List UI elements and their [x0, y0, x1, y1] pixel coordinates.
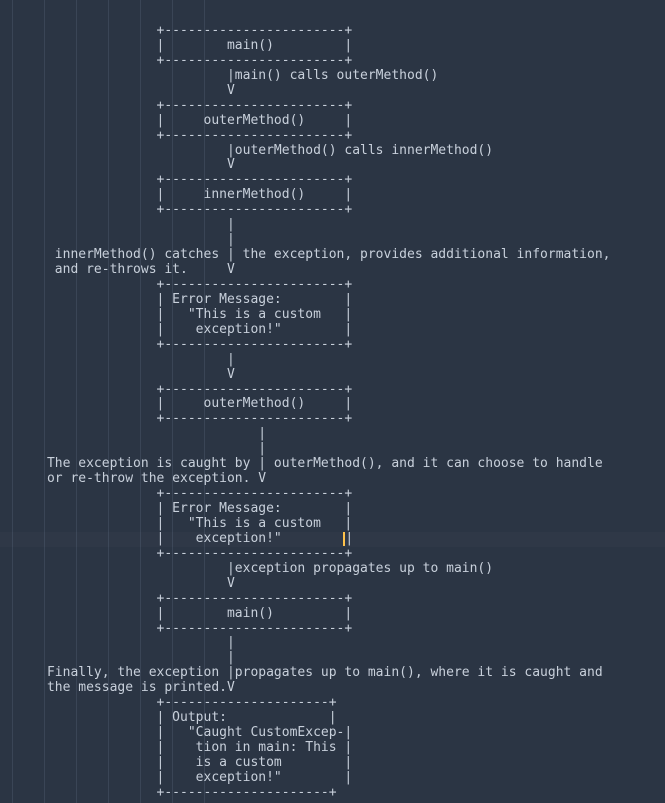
code-line[interactable]: V — [0, 84, 665, 99]
code-line[interactable]: | exception!" | — [0, 771, 665, 786]
code-line[interactable]: | Error Message: | — [0, 293, 665, 308]
code-line[interactable]: V — [0, 577, 665, 592]
code-line[interactable]: | outerMethod() | — [0, 397, 665, 412]
code-line[interactable]: +-----------------------+ — [0, 99, 665, 114]
code-line[interactable]: | — [0, 651, 665, 666]
code-line[interactable]: | main() | — [0, 607, 665, 622]
code-line[interactable]: | main() | — [0, 39, 665, 54]
code-line[interactable]: |main() calls outerMethod() — [0, 69, 665, 84]
code-line[interactable]: +-----------------------+ — [0, 203, 665, 218]
code-line[interactable]: | "This is a custom | — [0, 517, 665, 532]
code-line[interactable]: | is a custom | — [0, 756, 665, 771]
code-line[interactable]: +-----------------------+ — [0, 24, 665, 39]
code-line[interactable]: +-----------------------+ — [0, 54, 665, 69]
code-line[interactable]: | — [0, 233, 665, 248]
code-line[interactable]: | — [0, 442, 665, 457]
code-line[interactable]: +---------------------+ — [0, 696, 665, 711]
code-line[interactable]: The exception is caught by | outerMethod… — [0, 457, 665, 472]
code-line[interactable]: | Output: | — [0, 711, 665, 726]
code-line[interactable]: +-----------------------+ — [0, 338, 665, 353]
code-line[interactable]: | innerMethod() | — [0, 188, 665, 203]
code-line[interactable]: Finally, the exception |propagates up to… — [0, 666, 665, 681]
code-line[interactable]: V — [0, 158, 665, 173]
code-line[interactable]: | outerMethod() | — [0, 114, 665, 129]
code-line[interactable]: |outerMethod() calls innerMethod() — [0, 144, 665, 159]
code-line[interactable]: | Error Message: | — [0, 502, 665, 517]
code-line[interactable]: the message is printed.V — [0, 681, 665, 696]
code-line[interactable]: | "Caught CustomExcep-| — [0, 726, 665, 741]
code-content[interactable]: +-----------------------+ | main() | +--… — [0, 0, 665, 801]
code-line[interactable]: +-----------------------+ — [0, 383, 665, 398]
code-line[interactable]: | — [0, 636, 665, 651]
code-line[interactable]: +-----------------------+ — [0, 278, 665, 293]
code-line[interactable]: and re-throws it. V — [0, 263, 665, 278]
code-line[interactable]: innerMethod() catches | the exception, p… — [0, 248, 665, 263]
code-line[interactable]: +---------------------+ — [0, 786, 665, 801]
code-line[interactable]: +-----------------------+ — [0, 412, 665, 427]
code-line[interactable]: +-----------------------+ — [0, 173, 665, 188]
code-line[interactable]: or re-throw the exception. V — [0, 472, 665, 487]
code-line[interactable]: +-----------------------+ — [0, 592, 665, 607]
code-line[interactable]: | — [0, 218, 665, 233]
code-line[interactable]: | exception!" | — [0, 532, 665, 547]
code-line[interactable]: | "This is a custom | — [0, 308, 665, 323]
code-line[interactable]: +-----------------------+ — [0, 547, 665, 562]
code-line[interactable]: | — [0, 353, 665, 368]
code-line[interactable]: +-----------------------+ — [0, 487, 665, 502]
code-text: | exception!" — [0, 531, 344, 546]
code-line[interactable]: V — [0, 368, 665, 383]
code-text: | — [345, 531, 353, 546]
code-line[interactable]: | — [0, 427, 665, 442]
code-line[interactable]: +-----------------------+ — [0, 622, 665, 637]
code-line[interactable]: | tion in main: This | — [0, 741, 665, 756]
code-line[interactable]: |exception propagates up to main() — [0, 562, 665, 577]
code-line[interactable]: +-----------------------+ — [0, 129, 665, 144]
code-line[interactable]: | exception!" | — [0, 323, 665, 338]
